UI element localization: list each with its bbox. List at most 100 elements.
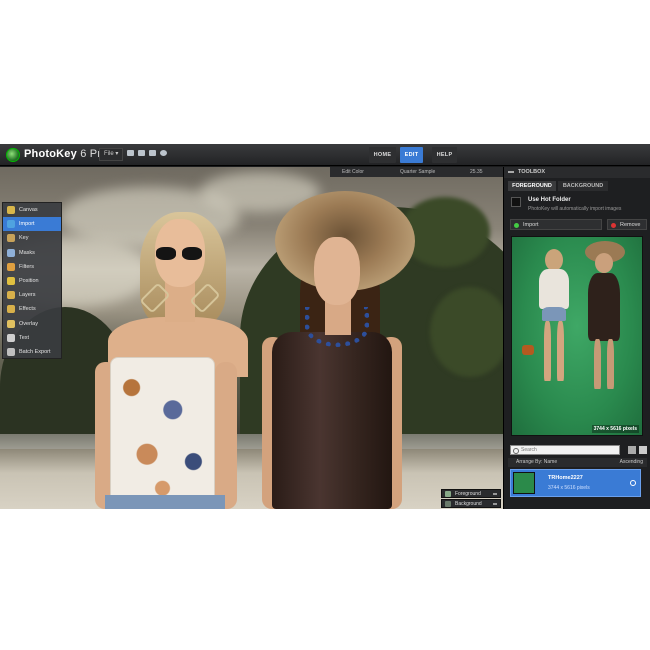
key-icon (7, 234, 15, 243)
tool-effects[interactable]: Effects (3, 302, 61, 316)
file-list-item[interactable]: TRHome2227 3744 x 5616 pixels (510, 469, 641, 497)
canvas-icon (7, 206, 15, 214)
arrange-select[interactable]: Arrange By: Name (516, 458, 557, 467)
layer-foreground[interactable]: Foreground (441, 489, 501, 498)
layer-background[interactable]: Background (441, 499, 501, 508)
model-arm (215, 362, 237, 509)
preview-dimensions: 3744 x 5616 pixels (591, 425, 639, 433)
tool-label: Position (19, 277, 39, 284)
tool-label: Masks (19, 249, 35, 256)
nav-home-button[interactable]: HOME (369, 147, 396, 163)
edit-color-button[interactable]: Edit Color (342, 167, 364, 177)
preview-figure-dress (588, 273, 620, 341)
tool-masks[interactable]: Masks (3, 246, 61, 260)
photokey-logo-icon (6, 148, 20, 162)
tool-batch-export[interactable]: Batch Export (3, 345, 61, 359)
list-view-icon[interactable] (628, 446, 636, 454)
preview-figure-leg (594, 339, 601, 389)
text-icon (7, 333, 15, 342)
masks-icon (7, 248, 15, 257)
layer-menu-icon[interactable] (493, 503, 497, 505)
quality-select[interactable]: Quarter Sample (400, 167, 435, 177)
hot-folder-label: Use Hot Folder (528, 197, 571, 203)
tool-label: Key (19, 235, 29, 242)
app-title: PhotoKey 6 Pro (24, 148, 108, 160)
preview-figure-top (539, 269, 569, 309)
tab-foreground[interactable]: FOREGROUND (508, 181, 556, 191)
tool-label: Effects (19, 306, 36, 313)
preview-figure-shorts (542, 307, 566, 321)
toolbox-panel: TOOLBOX FOREGROUND BACKGROUND Use Hot Fo… (503, 167, 650, 509)
top-bar: PhotoKey 6 Pro File ▾ HOME EDIT HELP (0, 144, 650, 166)
preview-figure-head (595, 253, 613, 273)
tool-label: Layers (19, 292, 36, 299)
toolbox-header: TOOLBOX (504, 167, 650, 178)
remove-button[interactable]: Remove (607, 219, 647, 230)
layers-icon (7, 291, 15, 300)
model-jeans (105, 495, 225, 509)
model-dress (272, 332, 392, 509)
tool-filters[interactable]: Filters (3, 260, 61, 274)
tool-key[interactable]: Key (3, 231, 61, 245)
grid-view-icon[interactable] (639, 446, 647, 454)
preview-figure-head (545, 249, 563, 271)
layer-background-label: Background (455, 501, 482, 507)
view-toolbar: Edit Color Quarter Sample 25.35 (330, 167, 503, 177)
file-thumbnail (513, 472, 535, 494)
tree (430, 287, 503, 377)
layer-menu-icon[interactable] (493, 493, 497, 495)
sunglasses (156, 247, 204, 261)
search-input[interactable]: Search (510, 445, 620, 455)
open-icon[interactable] (138, 150, 145, 156)
beach (0, 449, 503, 509)
nav-help-button[interactable]: HELP (432, 147, 457, 163)
mail-icon[interactable] (149, 150, 156, 156)
preview-figure-leg (557, 321, 564, 381)
tool-layers[interactable]: Layers (3, 288, 61, 302)
app-window: PhotoKey 6 Pro File ▾ HOME EDIT HELP Can… (0, 144, 650, 509)
tool-canvas[interactable]: Canvas (3, 203, 61, 217)
model-face (314, 237, 360, 305)
overlay-icon (7, 319, 15, 328)
tool-label: Overlay (19, 320, 38, 327)
arrange-bar: Arrange By: Name Ascending (508, 458, 647, 467)
green-screen-preview: 3744 x 5616 pixels (511, 236, 643, 436)
tab-background[interactable]: BACKGROUND (558, 181, 608, 191)
sort-order-select[interactable]: Ascending (620, 458, 643, 467)
batch-export-icon (7, 347, 15, 356)
tool-position[interactable]: Position (3, 274, 61, 288)
filters-icon (7, 262, 15, 271)
layer-foreground-label: Foreground (455, 491, 481, 497)
hot-folder-description: PhotoKey will automatically import image… (528, 206, 622, 212)
tool-overlay[interactable]: Overlay (3, 317, 61, 331)
model-floral-top (110, 357, 215, 507)
file-menu[interactable]: File ▾ (99, 148, 124, 161)
preview-figure-leg (607, 339, 614, 389)
tool-label: Import (19, 221, 35, 228)
position-icon (7, 276, 15, 285)
file-name: TRHome2227 (548, 475, 583, 481)
nav-edit-button[interactable]: EDIT (400, 147, 423, 163)
app-title-main: PhotoKey (24, 148, 77, 160)
image-canvas[interactable]: Canvas Import Key Masks Filters Position Layer… (0, 167, 503, 509)
necklace (305, 307, 369, 347)
camera-icon[interactable] (160, 150, 167, 156)
preview-figure-leg (544, 321, 551, 381)
file-dimensions: 3744 x 5616 pixels (548, 485, 590, 491)
tool-label: Text (19, 334, 30, 341)
tool-panel: Canvas Import Key Masks Filters Position Layer… (2, 202, 62, 359)
effects-icon (7, 305, 15, 314)
import-button[interactable]: Import (510, 219, 602, 230)
layer-thumb-icon (445, 501, 451, 507)
selected-check-icon (630, 480, 636, 486)
hot-folder-checkbox[interactable] (511, 197, 521, 207)
zoom-value[interactable]: 25.35 (470, 167, 483, 177)
tool-text[interactable]: Text (3, 331, 61, 345)
tool-label: Batch Export (19, 348, 51, 355)
import-icon (7, 220, 15, 229)
preview-bag (522, 345, 534, 355)
layer-thumb-icon (445, 491, 451, 497)
save-icon[interactable] (127, 150, 134, 156)
tool-label: Canvas (19, 207, 38, 213)
tool-import[interactable]: Import (3, 217, 61, 232)
